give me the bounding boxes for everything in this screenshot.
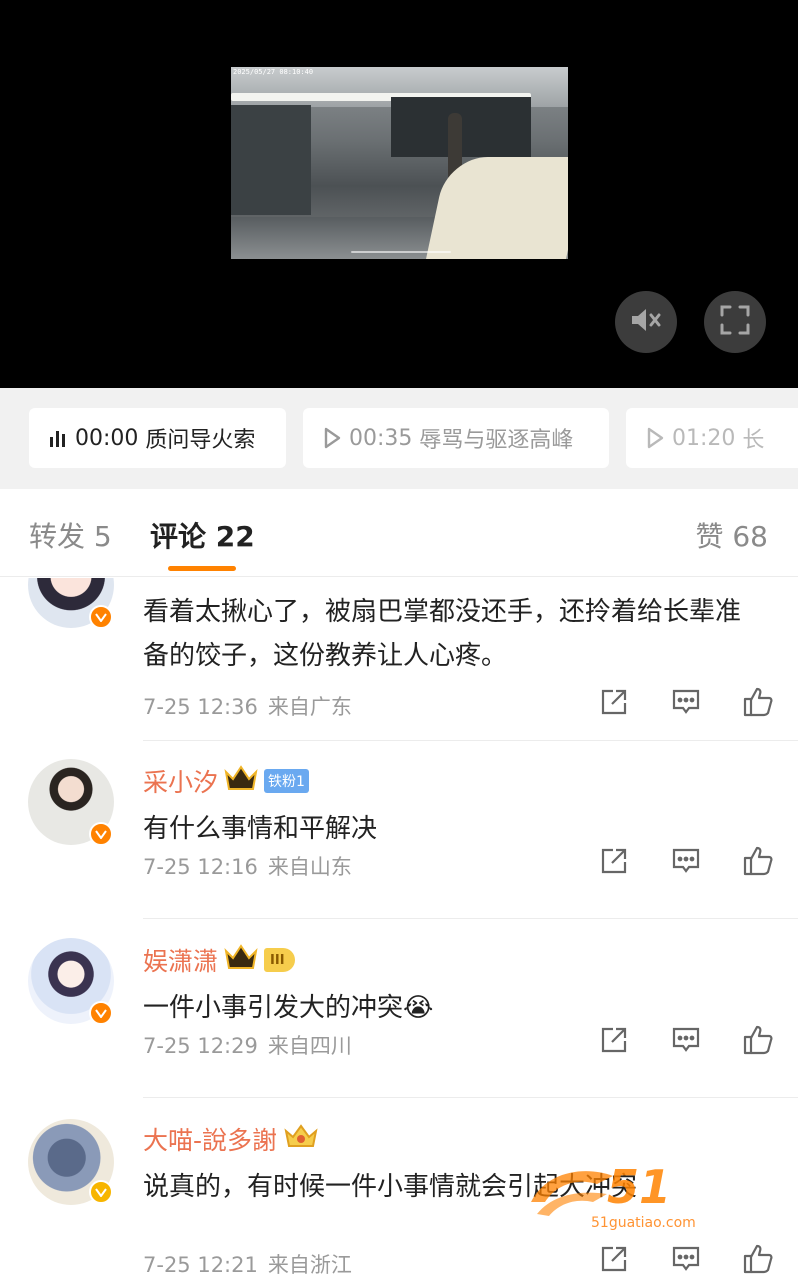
- audio-bars-icon: [47, 427, 69, 449]
- share-icon: [599, 1025, 629, 1059]
- divider: [143, 1097, 798, 1098]
- chapter-time: 01:20: [672, 425, 736, 451]
- comment-meta: 7-25 12:36 来自广东: [143, 691, 352, 721]
- reply-button[interactable]: [670, 1245, 702, 1277]
- like-button[interactable]: [742, 845, 774, 881]
- tab-repost[interactable]: 转发 5: [29, 515, 112, 555]
- comment-text: 有什么事情和平解决: [143, 814, 378, 844]
- comment-location: 来自浙江: [267, 1253, 352, 1277]
- comment-meta: 7-25 12:21 来自浙江: [143, 1249, 352, 1279]
- username-text: 大喵-說多謝: [143, 1126, 278, 1155]
- chapter-title: 辱骂与驱逐高峰: [419, 428, 574, 453]
- comment-location: 来自山东: [267, 855, 352, 879]
- chapter-title: 长: [742, 428, 765, 453]
- fullscreen-button[interactable]: [704, 291, 766, 353]
- chapter-time: 00:35: [349, 425, 413, 451]
- comment-text: 一件小事引发大的冲突😭: [143, 993, 434, 1023]
- level-badge: III: [264, 948, 295, 972]
- crown-icon: [283, 1122, 319, 1156]
- like-button[interactable]: [742, 686, 774, 722]
- chapter-time: 00:00: [75, 425, 139, 451]
- comment-meta: 7-25 12:29 来自四川: [143, 1030, 352, 1060]
- comment-bubble-icon: [671, 846, 701, 880]
- tab-comments[interactable]: 评论 22: [150, 515, 255, 555]
- watermark-number: 51: [607, 1160, 672, 1214]
- comment-username[interactable]: 大喵-說多謝: [143, 1121, 319, 1157]
- username-text: 采小汐: [143, 768, 219, 797]
- share-icon: [599, 1244, 629, 1278]
- fullscreen-icon: [719, 304, 751, 340]
- comment-actions: [598, 1243, 774, 1279]
- crown-icon: [224, 764, 258, 798]
- chapter-title: 质问导火索: [145, 428, 256, 453]
- fan-badge: 铁粉1: [264, 769, 309, 793]
- share-button[interactable]: [598, 847, 630, 879]
- comment-actions: [598, 686, 774, 722]
- comment-date: 7-25 12:29: [143, 1034, 258, 1058]
- comment-bubble-icon: [671, 1025, 701, 1059]
- crown-icon: [224, 943, 258, 977]
- divider: [143, 918, 798, 919]
- share-icon: [599, 687, 629, 721]
- comment-username[interactable]: 采小汐 铁粉1: [143, 763, 309, 799]
- watermark-wing-icon: [531, 1171, 613, 1216]
- video-scene-sofa: [424, 157, 568, 259]
- video-player[interactable]: 2025/05/27 08:10:40: [0, 0, 798, 388]
- comment-meta: 7-25 12:16 来自山东: [143, 851, 352, 881]
- tab-bar: 转发 5 评论 22 赞 68: [0, 489, 798, 577]
- chapter-list: 00:00 质问导火索 00:35 辱骂与驱逐高峰 01:20 长: [0, 388, 798, 489]
- comment-date: 7-25 12:21: [143, 1253, 258, 1277]
- like-button[interactable]: [742, 1243, 774, 1279]
- comment-location: 来自四川: [267, 1034, 352, 1058]
- play-icon: [321, 427, 343, 449]
- share-button[interactable]: [598, 1026, 630, 1058]
- chapter-chip-1[interactable]: 00:00 质问导火索: [29, 408, 286, 468]
- share-icon: [599, 846, 629, 880]
- verified-badge-icon: [89, 1180, 113, 1204]
- verified-badge-icon: [89, 1001, 113, 1025]
- verified-badge-icon: [89, 822, 113, 846]
- divider: [143, 740, 798, 741]
- video-timestamp: 2025/05/27 08:10:40: [233, 68, 314, 76]
- watermark-url: 51guatiao.com: [591, 1215, 696, 1231]
- thumbs-up-icon: [742, 845, 774, 881]
- chapter-chip-2[interactable]: 00:35 辱骂与驱逐高峰: [303, 408, 609, 468]
- comment-bubble-icon: [671, 1244, 701, 1278]
- chapter-chip-3[interactable]: 01:20 长: [626, 408, 798, 468]
- reply-button[interactable]: [670, 1026, 702, 1058]
- comment-actions: [598, 1024, 774, 1060]
- thumbs-up-icon: [742, 686, 774, 722]
- video-progress-bar[interactable]: [351, 251, 451, 253]
- reply-button[interactable]: [670, 688, 702, 720]
- comment-bubble-icon: [671, 687, 701, 721]
- comment-username[interactable]: 娱潇潇 III: [143, 942, 295, 978]
- comment-text: 看着太揪心了，被扇巴掌都没还手，还拎着给长辈准备的饺子，这份教养让人心疼。: [143, 597, 742, 671]
- video-frame[interactable]: 2025/05/27 08:10:40: [231, 67, 568, 259]
- username-text: 娱潇潇: [143, 947, 219, 976]
- like-button[interactable]: [742, 1024, 774, 1060]
- tab-likes[interactable]: 赞 68: [695, 515, 768, 555]
- comment-actions: [598, 845, 774, 881]
- speaker-muted-icon: [629, 306, 663, 338]
- share-button[interactable]: [598, 688, 630, 720]
- verified-badge-icon: [89, 605, 113, 629]
- thumbs-up-icon: [742, 1024, 774, 1060]
- share-button[interactable]: [598, 1245, 630, 1277]
- comment-date: 7-25 12:16: [143, 855, 258, 879]
- play-icon: [644, 427, 666, 449]
- watermark-logo: 51 51guatiao.com: [527, 1160, 777, 1240]
- video-scene-wall: [231, 105, 311, 215]
- comment-date: 7-25 12:36: [143, 695, 258, 719]
- thumbs-up-icon: [742, 1243, 774, 1279]
- active-tab-indicator: [168, 566, 236, 571]
- mute-button[interactable]: [615, 291, 677, 353]
- reply-button[interactable]: [670, 847, 702, 879]
- comment-location: 来自广东: [267, 695, 352, 719]
